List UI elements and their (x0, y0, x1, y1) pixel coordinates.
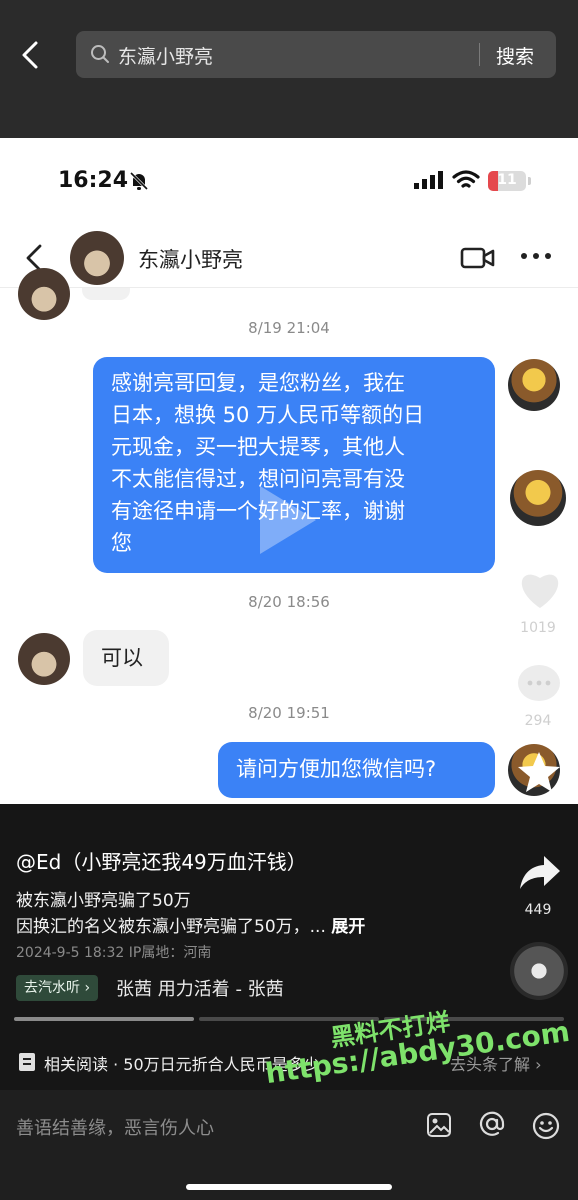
message-line: 感谢亮哥回复，是您粉丝，我在 (111, 371, 405, 395)
contact-avatar[interactable] (70, 231, 124, 285)
wifi-icon (452, 170, 480, 188)
message-line: 元现金，买一把大提琴，其他人 (111, 435, 405, 459)
message-timestamp: 8/20 18:56 (248, 593, 330, 611)
search-query: 东瀛小野亮 (118, 46, 214, 68)
post-meta: 2024-9-5 18:32 IP属地：河南 (16, 945, 212, 961)
contact-avatar-small (18, 633, 70, 685)
video-frame-chat-screenshot[interactable]: 16:24 11 东瀛小野亮 8/19 21:04 感谢亮哥回复，是您粉丝，我在… (0, 138, 578, 804)
music-title[interactable]: 张茜 用力活着 - 张茜 (116, 975, 284, 1001)
comment-icon[interactable] (516, 663, 562, 707)
message-line: 日本，想换 50 万人民币等额的日 (111, 403, 425, 427)
image-icon[interactable] (426, 1112, 452, 1138)
more-options-icon[interactable] (520, 252, 552, 260)
chat-title: 东瀛小野亮 (138, 248, 243, 272)
battery-level: 11 (497, 172, 517, 188)
article-icon (19, 1053, 35, 1071)
video-author-avatar[interactable] (510, 470, 566, 526)
play-icon[interactable] (252, 480, 322, 560)
mention-at-icon[interactable] (478, 1110, 506, 1138)
expand-button[interactable]: 展开 (331, 917, 365, 937)
status-time: 16:24 (58, 168, 129, 193)
previous-message-avatar (18, 268, 70, 320)
message-bubble-received[interactable]: 可以 (83, 630, 169, 686)
message-bubble-sent[interactable]: 请问方便加您微信吗? (218, 742, 495, 798)
comment-count: 294 (524, 713, 552, 729)
comment-input[interactable]: 善语结善缘，恶言伤人心 (16, 1114, 214, 1140)
share-count: 449 (524, 902, 552, 918)
search-input[interactable]: 东瀛小野亮 搜索 (76, 31, 556, 78)
emoji-icon[interactable] (532, 1112, 560, 1140)
progress-segment[interactable] (14, 1017, 194, 1021)
battery-indicator: 11 (488, 171, 526, 191)
battery-cap (528, 177, 531, 185)
comment-bar: 善语结善缘，恶言伤人心 (0, 1090, 578, 1200)
music-tag-button[interactable]: 去汽水听 › (16, 975, 99, 1001)
author-name[interactable]: @Ed（小野亮还我49万血汗钱） (16, 846, 307, 875)
description-text: 因换汇的名义被东瀛小野亮骗了50万，... (16, 917, 326, 937)
music-disc-icon[interactable] (510, 942, 568, 1000)
back-arrow-icon[interactable] (16, 38, 46, 72)
description-line: 因换汇的名义被东瀛小野亮骗了50万，... 展开 (16, 912, 365, 937)
muted-bell-icon (129, 171, 149, 191)
video-call-icon[interactable] (460, 246, 496, 270)
message-timestamp: 8/19 21:04 (248, 319, 330, 337)
cell-signal-icon (414, 171, 443, 189)
chat-header: 东瀛小野亮 (0, 224, 578, 288)
description-line: 被东瀛小野亮骗了50万 (16, 891, 191, 911)
search-button[interactable]: 搜索 (496, 42, 534, 69)
search-divider (479, 43, 480, 66)
message-timestamp: 8/20 19:51 (248, 704, 330, 722)
search-icon (91, 45, 109, 63)
search-header: 东瀛小野亮 搜索 (0, 0, 578, 138)
home-indicator (186, 1184, 392, 1190)
favorite-star-icon[interactable] (516, 750, 562, 794)
previous-message-bubble (82, 288, 130, 300)
like-count: 1019 (520, 620, 556, 636)
like-icon[interactable] (517, 568, 563, 610)
share-arrow-icon[interactable] (518, 854, 562, 892)
sender-avatar (508, 359, 560, 411)
